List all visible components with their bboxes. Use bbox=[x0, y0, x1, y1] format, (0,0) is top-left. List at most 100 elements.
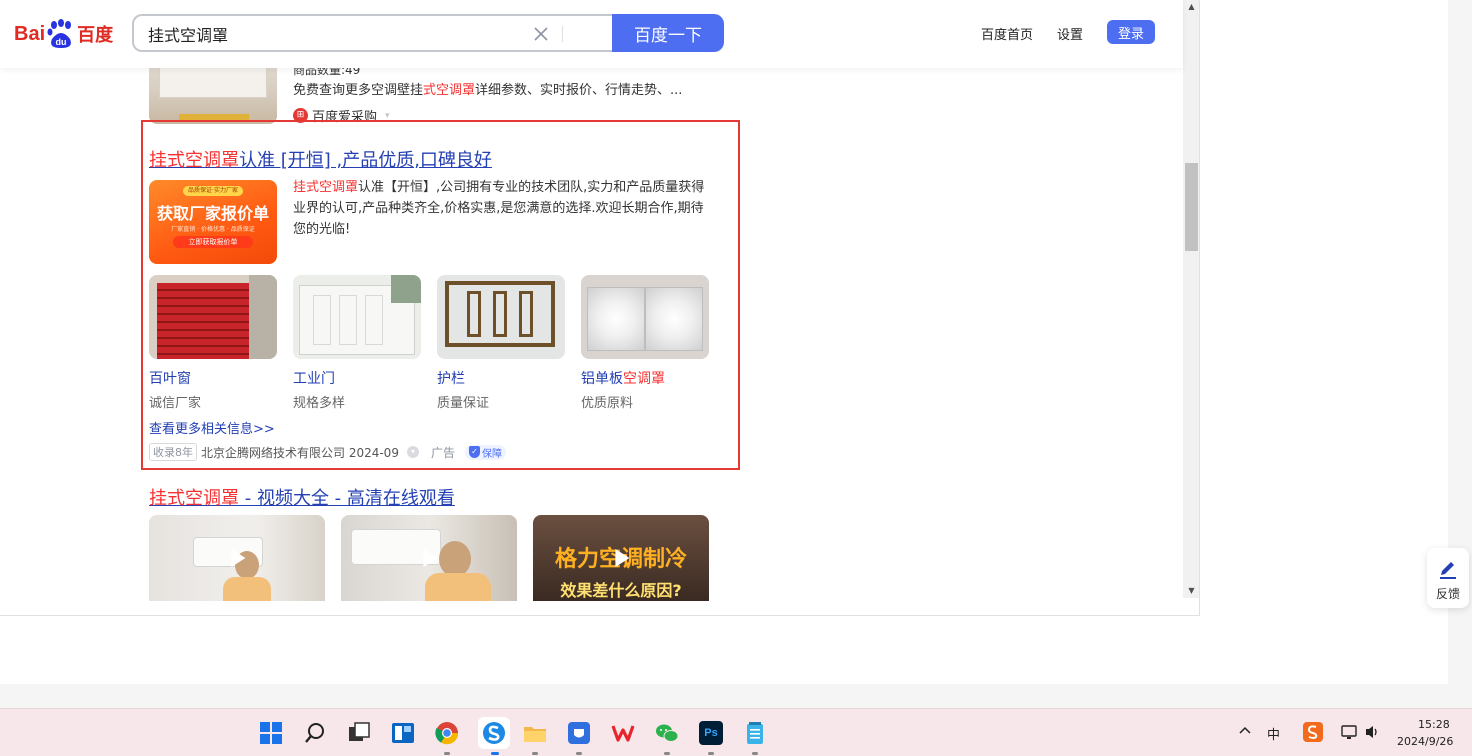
running-indicator bbox=[576, 752, 582, 755]
clear-icon[interactable] bbox=[532, 25, 550, 43]
video-thumbnail-2[interactable] bbox=[341, 515, 517, 601]
scroll-up-icon[interactable]: ▲ bbox=[1183, 0, 1199, 14]
scroll-down-icon[interactable]: ▼ bbox=[1183, 584, 1199, 598]
product-image-railing[interactable] bbox=[437, 275, 565, 359]
product-link-2[interactable]: 工业门 bbox=[293, 368, 335, 388]
prev-desc-suffix: 详细参数、实时报价、行情走势、... bbox=[475, 83, 683, 98]
product-name-4: 铝单板 bbox=[581, 371, 623, 387]
page-right-area bbox=[1200, 0, 1448, 684]
running-indicator bbox=[752, 752, 758, 755]
chevron-down-icon[interactable]: ▾ bbox=[406, 446, 419, 458]
widgets-icon[interactable] bbox=[391, 721, 415, 745]
prev-description: 免费查询更多空调壁挂式空调罩详细参数、实时报价、行情走势、... bbox=[293, 80, 682, 101]
ad-label: 广告 bbox=[430, 445, 455, 460]
shield-icon: ✓ bbox=[468, 446, 480, 458]
search-divider bbox=[562, 26, 563, 42]
years-badge: 收录8年 bbox=[149, 443, 197, 461]
sogou-input-icon[interactable] bbox=[1302, 721, 1324, 746]
product-link-1[interactable]: 百叶窗 bbox=[149, 368, 191, 388]
security-app-icon[interactable] bbox=[567, 721, 591, 745]
sogou-browser-icon[interactable] bbox=[478, 717, 510, 749]
logo-text: Bai bbox=[14, 22, 46, 45]
vertical-scrollbar[interactable]: ▲ ▼ bbox=[1183, 0, 1199, 598]
railing-bar-3 bbox=[519, 291, 533, 337]
ime-indicator[interactable]: 中 bbox=[1267, 724, 1280, 743]
product-image-door[interactable] bbox=[293, 275, 421, 359]
product-image-shutter[interactable] bbox=[149, 275, 277, 359]
feedback-button[interactable]: 反馈 bbox=[1427, 548, 1469, 608]
wps-icon[interactable] bbox=[611, 721, 635, 745]
company-text[interactable]: 北京企腾网络技术有限公司 2024-09 bbox=[201, 444, 399, 461]
guarantee-label: 保障 bbox=[481, 448, 502, 460]
login-button[interactable]: 登录 bbox=[1107, 20, 1155, 44]
video-thumbnail-1[interactable] bbox=[149, 515, 325, 601]
network-icon[interactable] bbox=[1341, 723, 1359, 744]
ad-banner-image[interactable]: 品质保证·实力厂家 获取厂家报价单 厂家直销 · 价格优惠 · 品质保证 立即获… bbox=[149, 180, 277, 264]
search-icon[interactable] bbox=[303, 721, 327, 745]
play-icon[interactable] bbox=[615, 549, 630, 567]
logo-chinese: 百度 bbox=[77, 25, 114, 46]
ad-title-link[interactable]: 挂式空调罩认准 [开恒] ,产品优质,口碑良好 bbox=[149, 146, 492, 172]
photoshop-icon[interactable]: Ps bbox=[699, 721, 723, 745]
volume-icon[interactable] bbox=[1364, 723, 1382, 744]
ad-desc-highlight: 挂式空调罩 bbox=[293, 180, 359, 195]
prev-product-shape bbox=[159, 64, 267, 98]
task-view-icon[interactable] bbox=[347, 721, 371, 745]
product-name-4-highlight: 空调罩 bbox=[623, 371, 665, 387]
settings-link[interactable]: 设置 bbox=[1057, 24, 1083, 43]
cover-panel-2 bbox=[645, 287, 703, 351]
scrollbar-thumb[interactable] bbox=[1185, 163, 1198, 251]
shutter-wall bbox=[249, 275, 277, 359]
product-name-2: 工业门 bbox=[293, 371, 335, 387]
banner-main-text: 获取厂家报价单 bbox=[156, 204, 269, 223]
video-thumbnail-3[interactable]: 格力空调制冷 效果差什么原因? bbox=[533, 515, 709, 601]
running-indicator bbox=[532, 752, 538, 755]
banner-button: 立即获取报价单 bbox=[173, 236, 253, 248]
door-panel-3 bbox=[365, 295, 383, 345]
person-body bbox=[223, 577, 271, 601]
search-box[interactable] bbox=[132, 14, 614, 52]
video-title-rest: - 视频大全 - 高清在线观看 bbox=[239, 488, 455, 509]
person-body bbox=[425, 573, 491, 601]
product-image-aluminum-cover[interactable] bbox=[581, 275, 709, 359]
ad-title-highlight: 挂式空调罩 bbox=[149, 150, 239, 171]
play-icon[interactable] bbox=[423, 549, 438, 567]
door-panel-2 bbox=[339, 295, 357, 345]
notepad-icon[interactable] bbox=[743, 721, 767, 745]
search-input[interactable] bbox=[148, 24, 508, 43]
running-indicator bbox=[664, 752, 670, 755]
door-backdrop bbox=[391, 275, 421, 303]
active-indicator bbox=[491, 752, 499, 755]
railing-bar-2 bbox=[493, 291, 507, 337]
door-panel-1 bbox=[313, 295, 331, 345]
clock-time[interactable]: 15:28 bbox=[1418, 718, 1450, 731]
video-overlay-text-2: 效果差什么原因? bbox=[560, 581, 682, 600]
windows-start-icon[interactable] bbox=[259, 721, 283, 745]
search-button[interactable]: 百度一下 bbox=[612, 14, 724, 52]
product-link-4[interactable]: 铝单板空调罩 bbox=[581, 368, 665, 388]
file-explorer-icon[interactable] bbox=[523, 721, 547, 745]
baidu-paw-icon: du bbox=[46, 19, 76, 49]
shutter-shape bbox=[157, 283, 249, 359]
video-title-highlight: 挂式空调罩 bbox=[149, 488, 239, 509]
banner-top-tag: 品质保证·实力厂家 bbox=[183, 186, 243, 196]
baidu-logo[interactable]: Bai du 百度 bbox=[14, 18, 113, 50]
play-icon[interactable] bbox=[231, 549, 246, 567]
person-head bbox=[439, 541, 471, 577]
banner-sub-text: 厂家直销 · 价格优惠 · 品质保证 bbox=[171, 226, 255, 233]
ad-title-rest: 认准 [开恒] ,产品优质,口碑良好 bbox=[239, 150, 492, 171]
clock-date[interactable]: 2024/9/26 bbox=[1397, 735, 1453, 748]
product-link-3[interactable]: 护栏 bbox=[437, 368, 465, 388]
baidu-home-link[interactable]: 百度首页 bbox=[981, 24, 1033, 43]
more-info-link[interactable]: 查看更多相关信息>> bbox=[149, 418, 275, 437]
feedback-label: 反馈 bbox=[1435, 587, 1460, 601]
page-below-area bbox=[0, 616, 1200, 684]
chrome-icon[interactable] bbox=[435, 721, 459, 745]
product-sub-4: 优质原料 bbox=[581, 396, 634, 411]
wechat-icon[interactable] bbox=[655, 721, 679, 745]
guarantee-badge[interactable]: ✓ 保障 bbox=[464, 444, 506, 460]
video-result-title[interactable]: 挂式空调罩 - 视频大全 - 高清在线观看 bbox=[149, 484, 455, 510]
windows-taskbar: Ps 中 15:28 2024/9/26 bbox=[0, 708, 1472, 756]
chevron-up-icon[interactable] bbox=[1238, 723, 1252, 740]
chevron-down-icon[interactable]: ▾ bbox=[385, 111, 390, 121]
